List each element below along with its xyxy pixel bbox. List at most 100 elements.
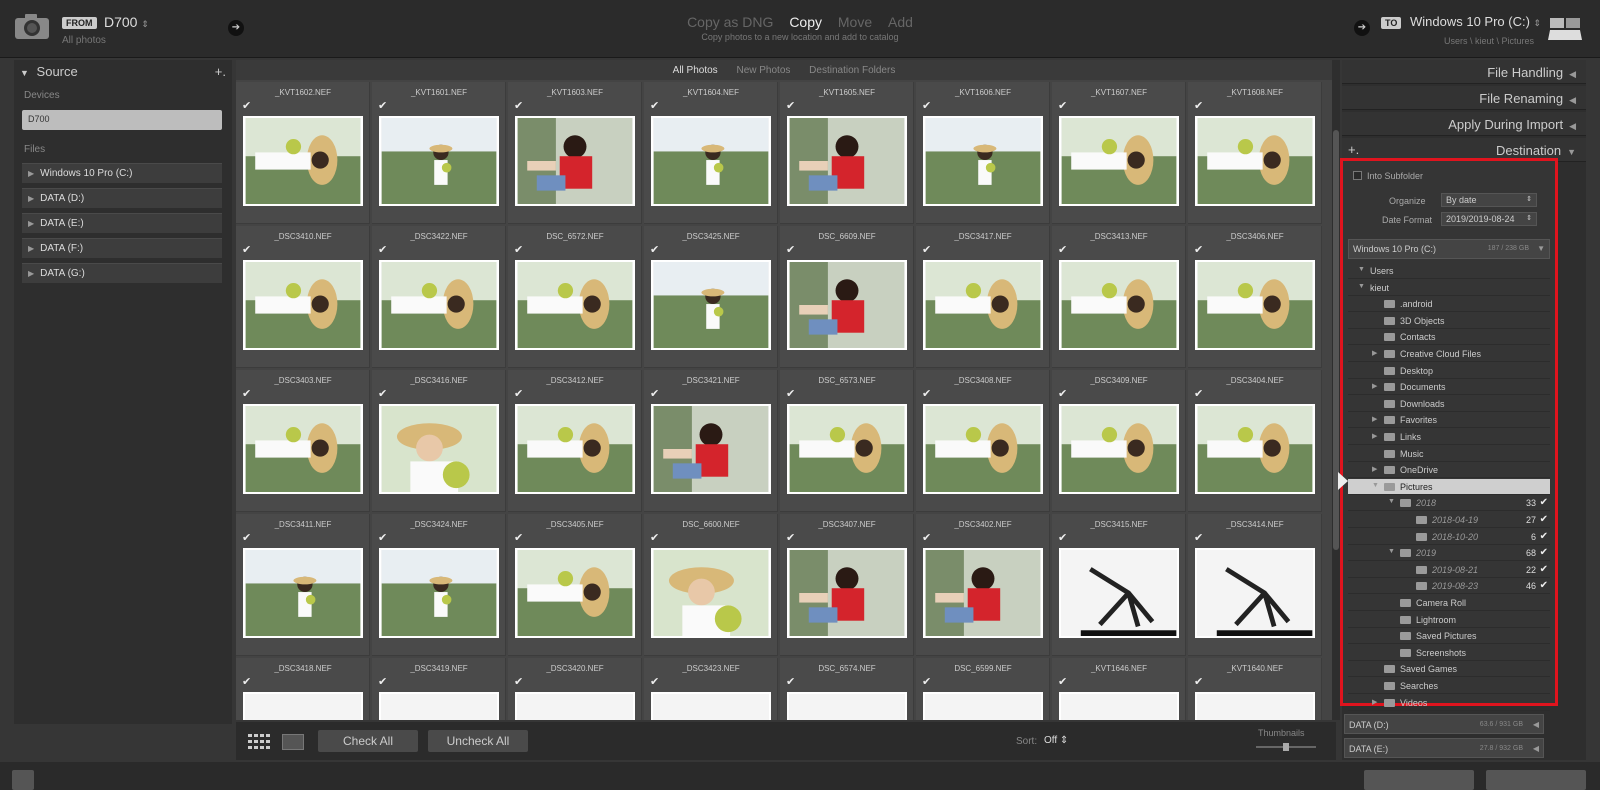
chevron-down-icon[interactable]: ▼ [1388, 548, 1395, 555]
device-item[interactable]: D700 [22, 110, 222, 130]
mode-move[interactable]: Move [838, 14, 872, 30]
thumbnail-frame[interactable] [379, 548, 499, 638]
slider-handle[interactable] [1283, 743, 1289, 751]
folder-tree-item[interactable]: ▶ Documents [1348, 379, 1550, 396]
checkmark-icon[interactable]: ✔ [1540, 497, 1548, 508]
thumbnail-frame[interactable] [1195, 692, 1315, 720]
checkmark-icon[interactable]: ✔ [1540, 531, 1548, 542]
folder-tree-item[interactable]: Music [1348, 446, 1550, 462]
thumbnail-cell[interactable]: _DSC3419.NEF ✔ [372, 658, 506, 720]
thumbnail-cell[interactable]: _KVT1604.NEF ✔ [644, 82, 778, 224]
folder-tree-item[interactable]: Screenshots [1348, 645, 1550, 661]
file-handling-header[interactable]: File Handling ◀ [1342, 60, 1586, 84]
folder-tree-item[interactable]: 2019-08-21 22 ✔ [1348, 562, 1550, 578]
include-checkbox-icon[interactable]: ✔ [650, 531, 659, 544]
thumbnail-frame[interactable] [1059, 116, 1179, 206]
thumbnail-frame[interactable] [787, 116, 907, 206]
thumbnail-frame[interactable] [923, 116, 1043, 206]
thumbnail-cell[interactable]: _DSC3407.NEF ✔ [780, 514, 914, 656]
destination-arrow-icon[interactable]: ➔ [1354, 20, 1370, 36]
mode-copy[interactable]: Copy [789, 14, 822, 30]
chevron-down-icon[interactable]: ▼ [1388, 498, 1395, 505]
checkmark-icon[interactable]: ✔ [1540, 547, 1548, 558]
folder-tree-item[interactable]: ▼ Pictures [1348, 478, 1550, 495]
thumbnail-frame[interactable] [651, 404, 771, 494]
footer-cancel-button[interactable] [1364, 770, 1474, 790]
thumbnail-cell[interactable]: _DSC3408.NEF ✔ [916, 370, 1050, 512]
thumbnail-frame[interactable] [923, 692, 1043, 720]
expand-arrow-icon[interactable]: ◀ [1533, 744, 1539, 753]
thumbnail-frame[interactable] [243, 404, 363, 494]
include-checkbox-icon[interactable]: ✔ [1058, 243, 1067, 256]
checkmark-icon[interactable]: ✔ [1540, 580, 1548, 591]
thumbnail-cell[interactable]: _KVT1605.NEF ✔ [780, 82, 914, 224]
chevron-down-icon[interactable]: ▼ [1358, 283, 1365, 290]
thumbnail-frame[interactable] [787, 404, 907, 494]
tab-all-photos[interactable]: All Photos [673, 65, 718, 76]
checkmark-icon[interactable]: ✔ [1540, 564, 1548, 575]
apply-during-import-header[interactable]: Apply During Import ◀ [1342, 112, 1586, 136]
include-checkbox-icon[interactable]: ✔ [786, 387, 795, 400]
grid-scrollbar[interactable] [1332, 60, 1340, 720]
check-all-button[interactable]: Check All [318, 730, 418, 752]
thumbnail-cell[interactable]: _KVT1608.NEF ✔ [1188, 82, 1322, 224]
include-checkbox-icon[interactable]: ✔ [378, 387, 387, 400]
folder-tree-item[interactable]: Desktop [1348, 363, 1550, 379]
thumbnail-cell[interactable]: DSC_6599.NEF ✔ [916, 658, 1050, 720]
thumbnail-frame[interactable] [1059, 692, 1179, 720]
folder-tree-item[interactable]: 2019-08-23 46 ✔ [1348, 578, 1550, 595]
include-checkbox-icon[interactable]: ✔ [1194, 531, 1203, 544]
thumbnail-cell[interactable]: _DSC3423.NEF ✔ [644, 658, 778, 720]
include-checkbox-icon[interactable]: ✔ [922, 387, 931, 400]
destination-selector[interactable]: Windows 10 Pro (C:) ⇕ [1410, 14, 1541, 29]
thumbnail-frame[interactable] [1195, 116, 1315, 206]
folder-tree-item[interactable]: Camera Roll [1348, 595, 1550, 611]
thumbnail-frame[interactable] [787, 260, 907, 350]
folder-tree-item[interactable]: ▶ Favorites [1348, 412, 1550, 429]
include-checkbox-icon[interactable]: ✔ [650, 99, 659, 112]
thumbnail-cell[interactable]: DSC_6609.NEF ✔ [780, 226, 914, 368]
include-checkbox-icon[interactable]: ✔ [242, 675, 251, 688]
thumbnail-cell[interactable]: _DSC3420.NEF ✔ [508, 658, 642, 720]
thumbnail-frame[interactable] [923, 260, 1043, 350]
thumbnail-frame[interactable] [243, 260, 363, 350]
thumbnail-frame[interactable] [1195, 260, 1315, 350]
chevron-right-icon[interactable]: ▶ [1372, 382, 1377, 390]
thumbnail-cell[interactable]: _KVT1602.NEF ✔ [236, 82, 370, 224]
thumbnail-size-slider[interactable] [1256, 743, 1316, 751]
thumbnail-cell[interactable]: _DSC3417.NEF ✔ [916, 226, 1050, 368]
chevron-down-icon[interactable]: ▼ [1358, 266, 1365, 273]
drive-item-g[interactable]: ▶ DATA (G:) [22, 263, 222, 283]
include-checkbox-icon[interactable]: ✔ [1058, 531, 1067, 544]
thumbnail-frame[interactable] [515, 692, 635, 720]
thumbnail-frame[interactable] [923, 404, 1043, 494]
thumbnail-cell[interactable]: _DSC3404.NEF ✔ [1188, 370, 1322, 512]
include-checkbox-icon[interactable]: ✔ [922, 99, 931, 112]
chevron-right-icon[interactable]: ▶ [1372, 465, 1377, 473]
mode-add[interactable]: Add [888, 14, 913, 30]
thumbnail-frame[interactable] [379, 260, 499, 350]
tab-destination-folders[interactable]: Destination Folders [809, 65, 895, 76]
drive-item-d[interactable]: ▶ DATA (D:) [22, 188, 222, 208]
include-checkbox-icon[interactable]: ✔ [786, 243, 795, 256]
drive-item-f[interactable]: ▶ DATA (F:) [22, 238, 222, 258]
folder-tree-item[interactable]: ▼ 2019 68 ✔ [1348, 545, 1550, 562]
thumbnail-frame[interactable] [379, 692, 499, 720]
include-checkbox-icon[interactable]: ✔ [242, 243, 251, 256]
checkmark-icon[interactable]: ✔ [1540, 514, 1548, 525]
include-checkbox-icon[interactable]: ✔ [650, 675, 659, 688]
thumbnail-frame[interactable] [651, 116, 771, 206]
thumbnail-cell[interactable]: _KVT1646.NEF ✔ [1052, 658, 1186, 720]
source-panel-header[interactable]: ▼ Source +. [20, 64, 226, 84]
thumbnail-frame[interactable] [243, 692, 363, 720]
thumbnail-cell[interactable]: _KVT1606.NEF ✔ [916, 82, 1050, 224]
thumbnail-cell[interactable]: _DSC3410.NEF ✔ [236, 226, 370, 368]
folder-tree-item[interactable]: Contacts [1348, 329, 1550, 346]
include-checkbox-icon[interactable]: ✔ [922, 243, 931, 256]
include-checkbox-icon[interactable]: ✔ [1194, 387, 1203, 400]
thumbnail-frame[interactable] [651, 548, 771, 638]
uncheck-all-button[interactable]: Uncheck All [428, 730, 528, 752]
include-checkbox-icon[interactable]: ✔ [650, 243, 659, 256]
thumbnail-frame[interactable] [651, 692, 771, 720]
include-checkbox-icon[interactable]: ✔ [1194, 99, 1203, 112]
